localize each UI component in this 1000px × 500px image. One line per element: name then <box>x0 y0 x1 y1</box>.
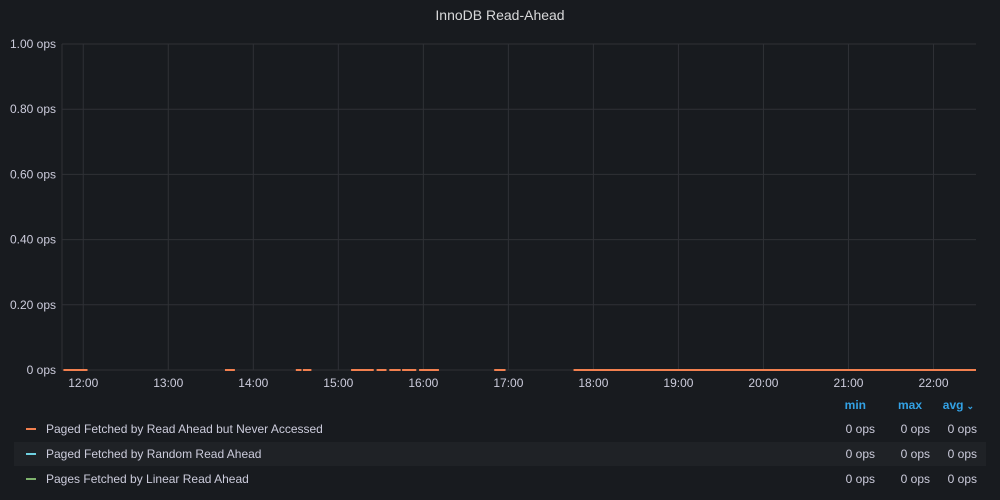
x-tick-label: 20:00 <box>748 376 778 390</box>
legend-color-swatch[interactable] <box>26 453 36 455</box>
x-axis-ticks: 12:00 13:00 14:00 15:00 16:00 17:00 18:00 19:00… <box>68 376 949 390</box>
y-tick-label: 0.40 ops <box>10 233 56 247</box>
legend-value-max: 0 ops <box>900 447 930 461</box>
legend-header-avg-label: avg <box>942 398 964 412</box>
x-tick-label: 22:00 <box>918 376 948 390</box>
y-tick-label: 0 ops <box>27 363 56 377</box>
legend-value-max: 0 ops <box>900 472 930 486</box>
legend-value-max: 0 ops <box>900 422 930 436</box>
x-tick-label: 14:00 <box>238 376 268 390</box>
x-tick-label: 15:00 <box>323 376 353 390</box>
y-tick-label: 0.60 ops <box>10 167 56 181</box>
y-tick-label: 0.20 ops <box>10 298 56 312</box>
x-tick-label: 13:00 <box>153 376 183 390</box>
y-axis-ticks: 1.00 ops 0.80 ops 0.60 ops 0.40 ops 0.20 ops… <box>10 37 56 377</box>
legend-series-name[interactable]: Paged Fetched by Random Read Ahead <box>46 442 261 466</box>
legend-value-min: 0 ops <box>845 447 875 461</box>
legend-header-avg[interactable]: avg ⌄ <box>936 398 974 412</box>
legend-value-min: 0 ops <box>845 422 875 436</box>
x-tick-label: 17:00 <box>493 376 523 390</box>
y-tick-label: 1.00 ops <box>10 37 56 51</box>
legend-header-min[interactable]: min <box>830 398 866 412</box>
legend-series-name[interactable]: Pages Fetched by Linear Read Ahead <box>46 467 249 491</box>
chart-plot-area: 1.00 ops 0.80 ops 0.60 ops 0.40 ops 0.20 ops… <box>10 37 976 390</box>
legend-series-name[interactable]: Paged Fetched by Read Ahead but Never Ac… <box>46 417 323 441</box>
legend-item[interactable]: Pages Fetched by Linear Read Ahead 0 ops 0… <box>14 467 986 491</box>
legend-value-min: 0 ops <box>845 472 875 486</box>
grid-lines <box>61 43 976 371</box>
legend-color-swatch[interactable] <box>26 478 36 480</box>
x-tick-label: 18:00 <box>578 376 608 390</box>
legend-value-avg: 0 ops <box>947 472 977 486</box>
legend-item[interactable]: Paged Fetched by Random Read Ahead 0 ops 0… <box>14 442 986 466</box>
chart-panel: InnoDB Read-Ahead 1.00 ops 0.80 ops 0.60 o… <box>0 0 1000 500</box>
legend-item[interactable]: Paged Fetched by Read Ahead but Never Ac… <box>14 417 986 441</box>
x-tick-label: 16:00 <box>408 376 438 390</box>
legend-value-avg: 0 ops <box>947 447 977 461</box>
legend-header-max[interactable]: max <box>886 398 922 412</box>
legend-color-swatch[interactable] <box>26 428 36 430</box>
chevron-down-icon: ⌄ <box>966 401 974 411</box>
x-tick-label: 12:00 <box>68 376 98 390</box>
y-tick-label: 0.80 ops <box>10 102 56 116</box>
x-tick-label: 21:00 <box>833 376 863 390</box>
legend-value-avg: 0 ops <box>947 422 977 436</box>
x-tick-label: 19:00 <box>663 376 693 390</box>
